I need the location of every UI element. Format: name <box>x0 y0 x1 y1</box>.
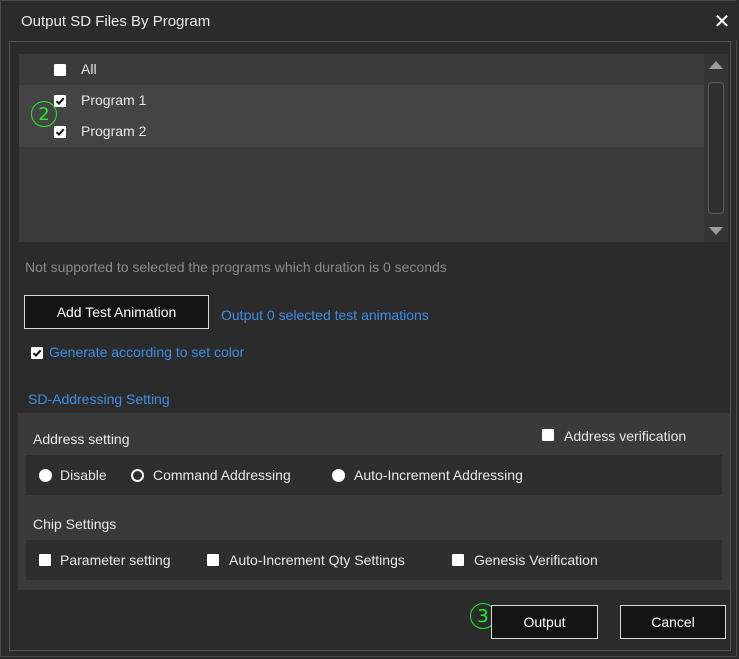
list-item-label: Program 1 <box>81 92 147 108</box>
parameter-setting-label: Parameter setting <box>60 552 171 568</box>
duration-note: Not supported to selected the programs w… <box>25 259 447 275</box>
all-checkbox[interactable] <box>54 64 66 76</box>
disable-radio[interactable] <box>39 469 52 482</box>
check-icon <box>55 97 65 106</box>
auto-increment-qty-checkbox[interactable] <box>207 554 219 566</box>
command-addressing-label: Command Addressing <box>153 467 291 483</box>
disable-label: Disable <box>60 467 107 483</box>
list-item-program-1[interactable]: Program 1 <box>19 85 704 116</box>
chip-settings-group: Parameter setting Auto-Increment Qty Set… <box>26 540 722 580</box>
address-verification-checkbox[interactable] <box>542 429 554 441</box>
chip-settings-label: Chip Settings <box>33 516 117 532</box>
generate-color-checkbox[interactable] <box>31 347 43 359</box>
output-button[interactable]: Output <box>491 605 598 639</box>
program-list: All Program 1 Program 2 <box>19 54 728 242</box>
sd-addressing-title: SD-Addressing Setting <box>28 391 170 407</box>
scroll-up-arrow-icon[interactable] <box>704 54 728 76</box>
list-item-label: All <box>81 61 97 77</box>
address-mode-group: Disable Command Addressing Auto-Incremen… <box>26 455 722 495</box>
auto-increment-qty-label: Auto-Increment Qty Settings <box>229 552 405 568</box>
list-item-label: Program 2 <box>81 123 147 139</box>
generate-color-label[interactable]: Generate according to set color <box>49 344 244 360</box>
address-verification-label: Address verification <box>564 428 687 444</box>
step-2-annotation: 2 <box>31 101 57 127</box>
check-icon <box>32 349 42 358</box>
address-setting-label: Address setting <box>33 431 130 447</box>
list-item-program-2[interactable]: Program 2 <box>19 116 704 147</box>
check-icon <box>55 128 65 137</box>
list-item-all[interactable]: All <box>19 54 704 85</box>
program-1-checkbox[interactable] <box>54 95 66 107</box>
scrollbar-thumb[interactable] <box>708 82 724 214</box>
scroll-down-arrow-icon[interactable] <box>704 220 728 242</box>
auto-increment-addressing-radio[interactable] <box>332 469 345 482</box>
cancel-button[interactable]: Cancel <box>620 605 726 639</box>
genesis-verification-checkbox[interactable] <box>452 554 464 566</box>
list-scrollbar[interactable] <box>704 54 728 242</box>
command-addressing-radio[interactable] <box>131 469 144 482</box>
test-animation-status: Output 0 selected test animations <box>221 307 429 323</box>
title-bar: Output SD Files By Program ✕ <box>1 1 738 41</box>
genesis-verification-label: Genesis Verification <box>474 552 598 568</box>
add-test-animation-button[interactable]: Add Test Animation <box>24 295 209 329</box>
close-icon[interactable]: ✕ <box>711 11 733 33</box>
parameter-setting-checkbox[interactable] <box>39 554 51 566</box>
sd-addressing-panel: Address setting Address verification Dis… <box>18 413 730 590</box>
program-2-checkbox[interactable] <box>54 126 66 138</box>
auto-increment-addressing-label: Auto-Increment Addressing <box>354 467 523 483</box>
dialog-title: Output SD Files By Program <box>21 13 211 30</box>
